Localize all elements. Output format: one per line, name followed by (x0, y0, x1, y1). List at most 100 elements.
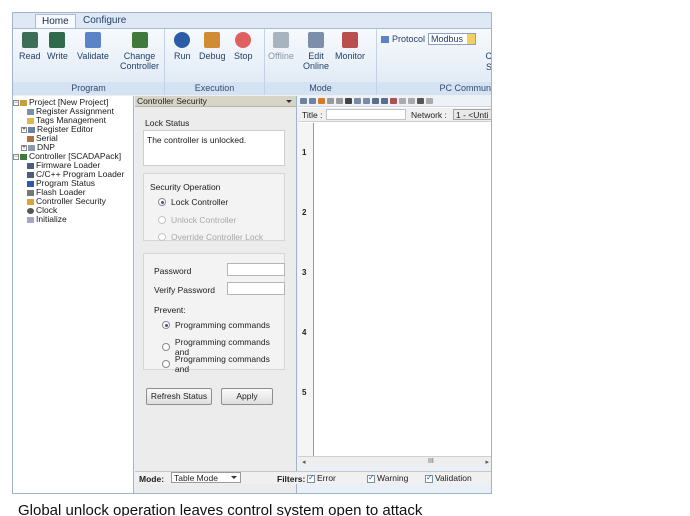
redo-icon[interactable] (309, 98, 316, 104)
password-box: Password Verify Password Prevent: Progra… (143, 253, 285, 374)
line-number-gutter: 1 2 3 4 5 (298, 123, 314, 456)
run-button[interactable]: Run (174, 32, 191, 61)
debug-button[interactable]: Debug (199, 32, 226, 61)
find-icon[interactable] (417, 98, 424, 104)
write-icon (49, 32, 66, 48)
edit-online-button[interactable]: Edit Online (303, 32, 329, 71)
controller-icon (131, 32, 148, 48)
zoom-icon[interactable] (426, 98, 433, 104)
coil-icon[interactable] (381, 98, 388, 104)
verify-password-input[interactable] (227, 282, 285, 295)
lock-controller-radio[interactable]: Lock Controller (158, 197, 228, 207)
pc-communication-group-label: PC Commun (377, 82, 491, 95)
write-button[interactable]: Write (47, 32, 68, 61)
program-group-label: Program (13, 82, 164, 95)
title-input[interactable] (326, 109, 406, 120)
editor-title-row: Title : Network : 1 - <Unti (298, 108, 491, 122)
network-dropdown[interactable]: 1 - <Unti (453, 109, 491, 120)
figure-caption: Global unlock operation leaves control s… (18, 502, 423, 516)
remove-icon[interactable] (390, 98, 397, 104)
chevron-down-icon (231, 476, 237, 482)
scroll-left-icon[interactable]: ◂ (302, 458, 306, 466)
cut-icon[interactable] (327, 98, 334, 104)
offline-icon (272, 32, 289, 48)
palette-icon[interactable] (318, 98, 325, 104)
tree-item-serial[interactable]: Serial (13, 134, 133, 143)
read-button[interactable]: Read (19, 32, 41, 61)
editor-toolbar (298, 96, 491, 107)
validate-button[interactable]: Validate (77, 32, 109, 61)
scroll-thumb[interactable]: III (428, 458, 434, 465)
security-operation-label: Security Operation (150, 182, 221, 192)
filter-validation-checkbox[interactable]: Validation (425, 473, 472, 483)
title-label: Title : (302, 110, 323, 120)
status-icon (27, 180, 34, 187)
forward-icon[interactable] (408, 98, 415, 104)
tree-item-initialize[interactable]: Initialize (13, 215, 133, 224)
insert-icon[interactable] (354, 98, 361, 104)
horizontal-scrollbar[interactable]: ◂ III ▸ (298, 456, 491, 467)
network-icon[interactable] (363, 98, 370, 104)
execution-group-label: Execution (165, 82, 264, 95)
tab-home[interactable]: Home (35, 14, 76, 28)
copy-icon[interactable] (336, 98, 343, 104)
mode-group: Offline Edit Online Monitor Mode (265, 29, 377, 95)
line-number: 2 (302, 208, 307, 217)
controller-icon (20, 153, 27, 160)
clock-icon (27, 207, 34, 214)
status-bar: Mode: Table Mode Filters: Error Warning … (135, 471, 491, 484)
change-controller-button[interactable]: Change Controller (120, 32, 159, 71)
tree-item-clock[interactable]: Clock (13, 206, 133, 215)
back-icon[interactable] (399, 98, 406, 104)
filter-error-checkbox[interactable]: Error (307, 473, 336, 483)
override-lock-radio[interactable]: Override Controller Lock (158, 232, 263, 242)
apply-button[interactable]: Apply (221, 388, 273, 405)
clipped-text-1: C (485, 51, 492, 61)
expand-icon[interactable]: + (21, 126, 27, 133)
protocol-dropdown[interactable]: Modbus (428, 33, 477, 45)
panel-title[interactable]: Controller Security (135, 96, 296, 107)
refresh-status-button[interactable]: Refresh Status (146, 388, 212, 405)
tree-item-register-editor[interactable]: + Register Editor (13, 125, 133, 134)
lock-status-label: Lock Status (145, 118, 190, 128)
prevent-option-1-radio[interactable]: Programming commands (162, 320, 270, 330)
flash-icon (27, 189, 34, 196)
offline-button[interactable]: Offline (268, 32, 294, 61)
execution-group: Run Debug Stop Execution (165, 29, 265, 95)
collapse-icon[interactable]: − (13, 99, 19, 106)
contact-icon[interactable] (372, 98, 379, 104)
scroll-right-icon[interactable]: ▸ (485, 458, 489, 466)
ribbon-tabs: Home Configure (13, 13, 491, 28)
tree-item-controller-security[interactable]: Controller Security (13, 197, 133, 206)
protocol-control: Protocol Modbus (381, 33, 477, 45)
prevent-option-3-radio[interactable]: Programming commands and (162, 354, 284, 374)
clipped-text-2: S (485, 62, 492, 72)
undo-icon[interactable] (300, 98, 307, 104)
dnp-icon (28, 144, 35, 151)
mode-group-label: Mode (265, 82, 376, 95)
firmware-icon (27, 162, 34, 169)
ladder-editor: Title : Network : 1 - <Unti 1 2 3 4 5 ◂ … (298, 96, 491, 467)
collapse-icon[interactable]: − (13, 153, 19, 160)
tags-icon (27, 117, 34, 124)
line-number: 1 (302, 148, 307, 157)
program-group: Read Write Validate Change Controller Pr… (13, 29, 165, 95)
serial-icon (27, 135, 34, 142)
tab-configure[interactable]: Configure (77, 14, 132, 28)
password-input[interactable] (227, 263, 285, 276)
monitor-button[interactable]: Monitor (335, 32, 365, 61)
security-operation-box: Security Operation Lock Controller Unloc… (143, 173, 285, 242)
filters-label: Filters: (277, 474, 306, 484)
editor-icon (28, 126, 35, 133)
line-number: 3 (302, 268, 307, 277)
unlock-controller-radio[interactable]: Unlock Controller (158, 215, 236, 225)
stop-icon (235, 32, 252, 48)
debug-icon (204, 32, 221, 48)
mode-dropdown[interactable]: Table Mode (171, 472, 241, 483)
delete-icon[interactable] (345, 98, 352, 104)
expand-icon[interactable]: + (21, 144, 27, 151)
lock-status-text: The controller is unlocked. (147, 135, 247, 145)
lock-icon (27, 198, 34, 205)
stop-button[interactable]: Stop (234, 32, 253, 61)
filter-warning-checkbox[interactable]: Warning (367, 473, 408, 483)
